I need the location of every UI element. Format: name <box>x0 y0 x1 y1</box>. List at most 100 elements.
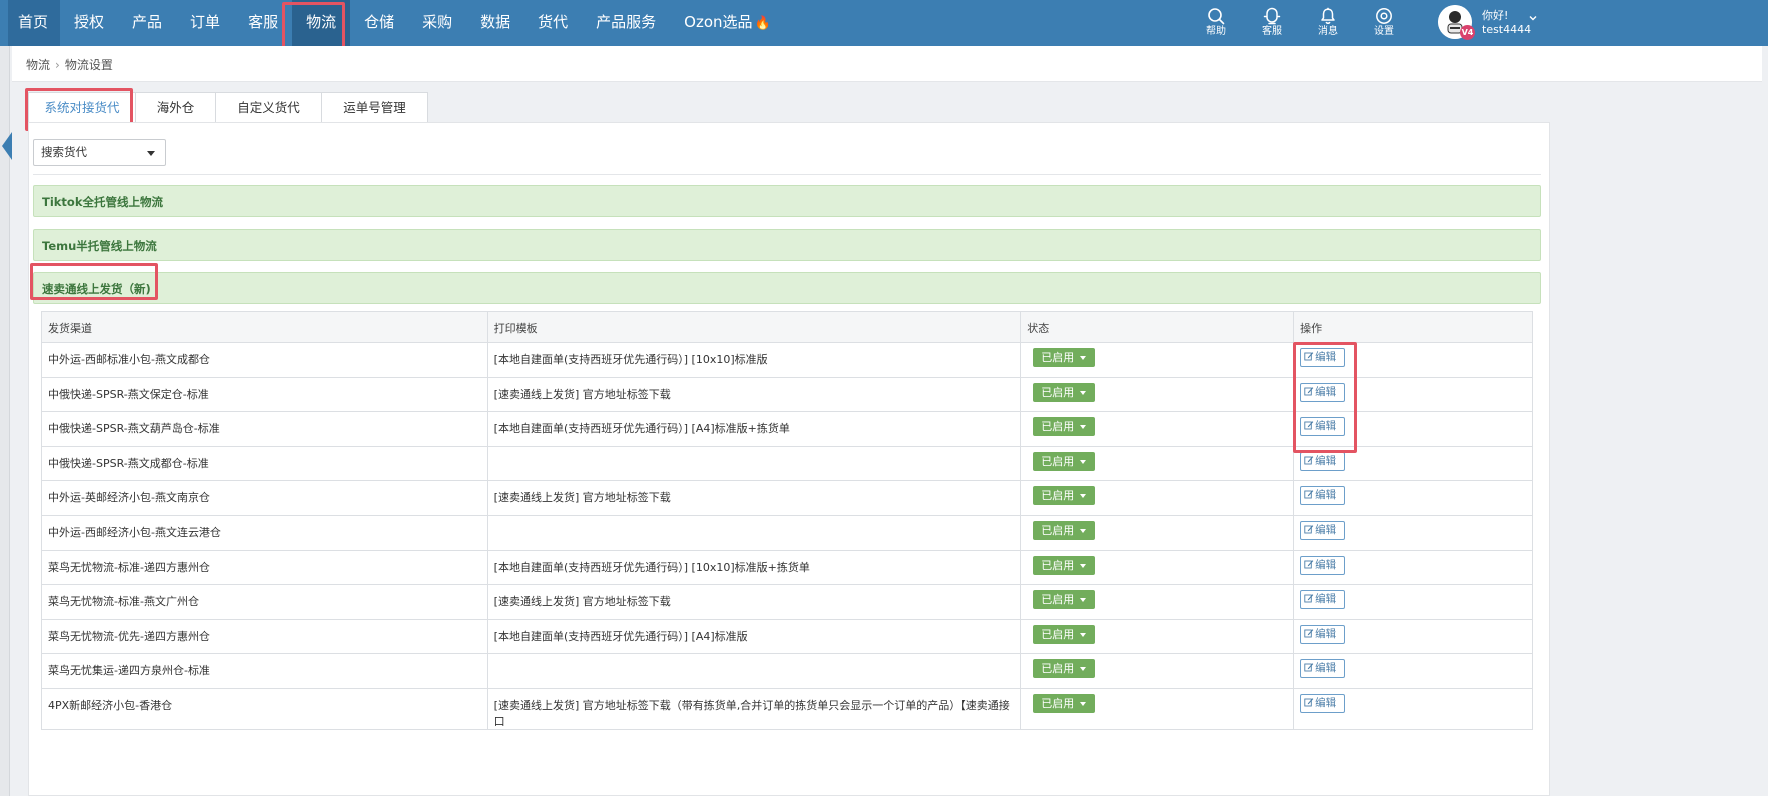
status-enabled-dropdown[interactable]: 已启用 <box>1033 693 1096 713</box>
vip-badge: V4 <box>1460 25 1475 40</box>
edit-button[interactable]: 编辑 <box>1300 693 1346 713</box>
edit-button[interactable]: 编辑 <box>1300 451 1346 471</box>
status-enabled-dropdown[interactable]: 已启用 <box>1033 486 1096 506</box>
status-label: 已启用 <box>1041 627 1075 641</box>
caret-down-icon <box>1080 632 1087 637</box>
nav-data[interactable]: 数据 <box>466 0 524 46</box>
gear-icon <box>1376 8 1392 24</box>
nav-ozon-label: Ozon选品 <box>684 13 753 31</box>
cell-template <box>486 514 1022 551</box>
cell-channel: 中俄快递-SPSR-燕文葫芦岛仓-标准 <box>41 411 488 447</box>
fire-icon: 🔥 <box>754 16 771 31</box>
nav-warehouse[interactable]: 仓储 <box>350 0 408 46</box>
edit-icon <box>1304 386 1314 396</box>
caret-down-icon <box>1080 459 1087 464</box>
nav-forwarder[interactable]: 货代 <box>524 0 582 46</box>
tab-system-forwarder[interactable]: 系统对接货代 <box>28 92 136 123</box>
status-enabled-dropdown[interactable]: 已启用 <box>1033 520 1096 540</box>
col-status: 状态 <box>1020 311 1295 343</box>
table-row: 中俄快递-SPSR-燕文保定仓-标准 [速卖通线上发货] 官方地址标签下载 已启用 编… <box>41 376 1533 413</box>
messages-label: 消息 <box>1318 26 1338 37</box>
nav-customer-service[interactable]: 客服 <box>234 0 292 46</box>
nav-home[interactable]: 首页 <box>8 0 61 46</box>
edit-button[interactable]: 编辑 <box>1300 486 1346 506</box>
status-enabled-dropdown[interactable]: 已启用 <box>1033 348 1096 367</box>
status-enabled-dropdown[interactable]: 已启用 <box>1033 382 1096 402</box>
cell-status: 已启用 <box>1020 584 1295 620</box>
support-button[interactable]: 客服 <box>1244 0 1300 46</box>
edit-button[interactable]: 编辑 <box>1300 382 1346 402</box>
table-row: 中俄快递-SPSR-燕文成都仓-标准 已启用 编辑 <box>41 445 1533 482</box>
logistics-tabs: 系统对接货代 海外仓 自定义货代 运单号管理 <box>28 92 428 123</box>
settings-label: 设置 <box>1374 26 1394 37</box>
edit-button[interactable]: 编辑 <box>1300 624 1346 644</box>
status-enabled-dropdown[interactable]: 已启用 <box>1033 451 1096 471</box>
group-title: 速卖通线上发货（新) <box>42 282 151 296</box>
nav-ozon-selection[interactable]: Ozon选品 🔥 <box>670 0 785 46</box>
status-enabled-dropdown[interactable]: 已启用 <box>1033 590 1096 610</box>
rail-collapse-toggle[interactable] <box>2 132 12 160</box>
forwarder-search-placeholder: 搜索货代 <box>41 145 87 159</box>
status-label: 已启用 <box>1041 593 1075 607</box>
tab-custom-forwarder[interactable]: 自定义货代 <box>216 92 322 123</box>
edit-button[interactable]: 编辑 <box>1300 348 1346 367</box>
caret-down-icon <box>1080 356 1087 360</box>
nav-product-service[interactable]: 产品服务 <box>582 0 670 46</box>
nav-auth[interactable]: 授权 <box>60 0 118 46</box>
tab-tracking-number[interactable]: 运单号管理 <box>322 92 428 123</box>
group-temu[interactable]: Temu半托管线上物流 <box>33 229 1541 261</box>
cell-actions: 编辑 <box>1293 549 1533 586</box>
table-row: 菜鸟无忧物流-标准-燕文广州仓 [速卖通线上发货] 官方地址标签下载 已启用 编辑 <box>41 584 1533 620</box>
forwarder-search-select[interactable]: 搜索货代 <box>33 139 166 166</box>
tab-overseas-warehouse[interactable]: 海外仓 <box>136 92 216 123</box>
group-tiktok[interactable]: Tiktok全托管线上物流 <box>33 185 1541 217</box>
channel-table: 发货渠道 打印模板 状态 操作 中外运-西邮标准小包-燕文成都仓 [本地自建面单(… <box>41 311 1533 730</box>
edit-label: 编辑 <box>1315 523 1337 536</box>
group-title: Tiktok全托管线上物流 <box>42 195 163 209</box>
breadcrumb-current: 物流设置 <box>64 58 113 72</box>
settings-button[interactable]: 设置 <box>1356 0 1412 46</box>
edit-button[interactable]: 编辑 <box>1300 590 1346 610</box>
group-aliexpress[interactable]: 速卖通线上发货（新) <box>33 272 1541 304</box>
status-enabled-dropdown[interactable]: 已启用 <box>1033 555 1096 575</box>
cell-status: 已启用 <box>1020 480 1295 516</box>
edit-label: 编辑 <box>1315 593 1337 606</box>
messages-button[interactable]: 消息 <box>1300 0 1356 46</box>
help-button[interactable]: 帮助 <box>1188 0 1244 46</box>
status-enabled-dropdown[interactable]: 已启用 <box>1033 624 1096 644</box>
cell-channel: 中外运-西邮标准小包-燕文成都仓 <box>41 342 488 378</box>
edit-label: 编辑 <box>1315 489 1337 502</box>
cell-actions: 编辑 <box>1293 514 1533 551</box>
group-title: Temu半托管线上物流 <box>42 239 157 253</box>
breadcrumb: 物流 › 物流设置 <box>26 56 113 73</box>
nav-purchase[interactable]: 采购 <box>408 0 466 46</box>
table-header-row: 发货渠道 打印模板 状态 操作 <box>41 311 1533 343</box>
edit-icon <box>1304 594 1314 603</box>
breadcrumb-root[interactable]: 物流 <box>26 58 50 72</box>
cell-channel: 菜鸟无忧物流-优先-递四方惠州仓 <box>41 618 488 655</box>
edit-label: 编辑 <box>1315 420 1337 433</box>
edit-icon <box>1304 525 1314 534</box>
user-menu[interactable]: V4 你好! test4444 <box>1436 3 1556 43</box>
edit-button[interactable]: 编辑 <box>1300 417 1346 437</box>
edit-button[interactable]: 编辑 <box>1300 555 1346 575</box>
header-tools: 帮助 客服 消息 设置 <box>1188 0 1412 46</box>
nav-orders[interactable]: 订单 <box>176 0 234 46</box>
edit-label: 编辑 <box>1315 558 1337 571</box>
left-rail <box>0 46 12 796</box>
status-enabled-dropdown[interactable]: 已启用 <box>1033 417 1096 437</box>
edit-icon <box>1304 421 1314 430</box>
status-label: 已启用 <box>1041 662 1075 676</box>
nav-logistics[interactable]: 物流 <box>292 0 351 46</box>
caret-down-icon <box>1080 598 1087 603</box>
caret-down-icon <box>1080 494 1087 499</box>
edit-label: 编辑 <box>1315 454 1337 467</box>
caret-down-icon <box>1080 528 1087 533</box>
edit-button[interactable]: 编辑 <box>1300 520 1346 540</box>
cell-status: 已启用 <box>1020 687 1295 730</box>
edit-button[interactable]: 编辑 <box>1300 659 1346 679</box>
nav-product[interactable]: 产品 <box>118 0 176 46</box>
cell-actions: 编辑 <box>1293 653 1533 689</box>
status-enabled-dropdown[interactable]: 已启用 <box>1033 659 1096 679</box>
user-name: test4444 <box>1482 23 1532 36</box>
